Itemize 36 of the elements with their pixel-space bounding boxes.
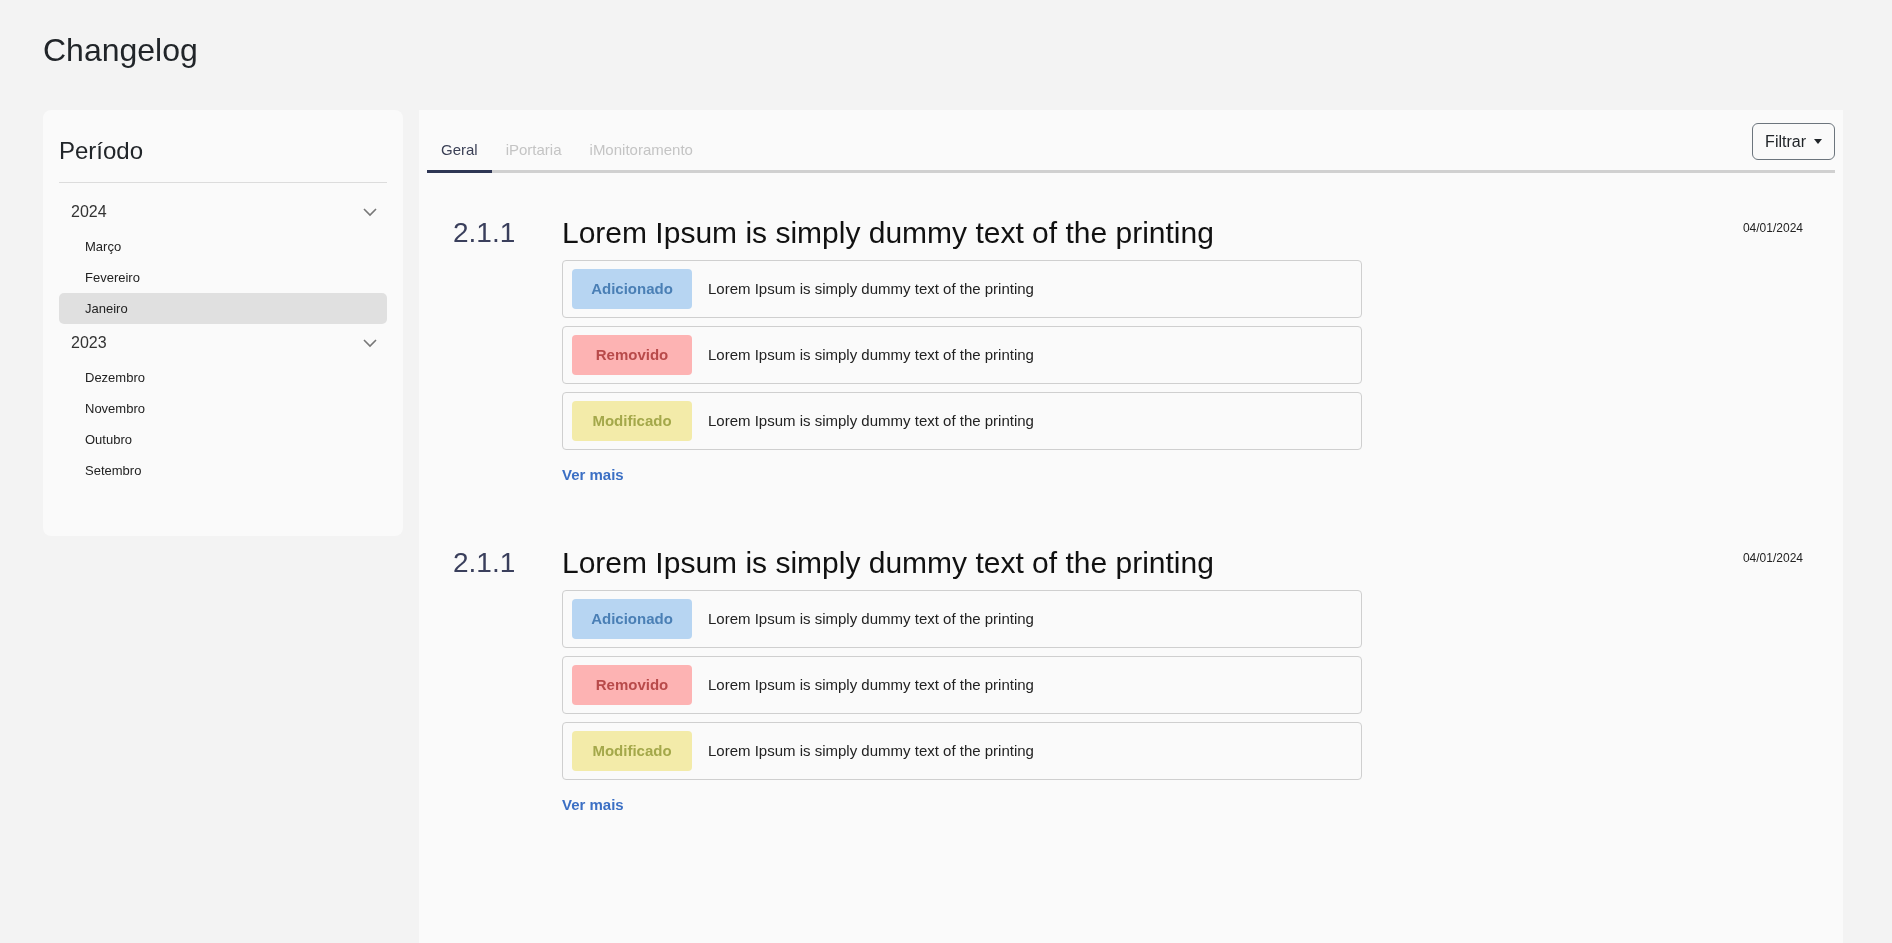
change-text: Lorem Ipsum is simply dummy text of the printing: [708, 608, 1034, 629]
month-item[interactable]: Fevereiro: [59, 262, 387, 293]
change-badge: Modificado: [572, 401, 692, 441]
year-toggle[interactable]: 2024: [59, 193, 387, 231]
month-item[interactable]: Setembro: [59, 455, 387, 486]
change-badge: Modificado: [572, 731, 692, 771]
change-badge: Adicionado: [572, 599, 692, 639]
change-text: Lorem Ipsum is simply dummy text of the printing: [708, 344, 1034, 365]
year-toggle[interactable]: 2023: [59, 324, 387, 362]
month-item[interactable]: Março: [59, 231, 387, 262]
change-badge: Adicionado: [572, 269, 692, 309]
version-number: 2.1.1: [453, 547, 516, 578]
release-title: Lorem Ipsum is simply dummy text of the printing: [562, 545, 1214, 581]
version-number: 2.1.1: [453, 217, 516, 248]
release-date: 04/01/2024: [1742, 550, 1804, 567]
chevron-icon: [363, 338, 377, 348]
change-text: Lorem Ipsum is simply dummy text of the printing: [708, 410, 1034, 431]
month-item[interactable]: Janeiro: [59, 293, 387, 324]
change-badge: Removido: [572, 335, 692, 375]
month-item[interactable]: Novembro: [59, 393, 387, 424]
caret-icon: [1814, 139, 1822, 144]
month-item[interactable]: Outubro: [59, 424, 387, 455]
tab[interactable]: Geral: [427, 130, 492, 173]
sidebar-title: Período: [59, 136, 144, 166]
more-link[interactable]: Ver mais: [562, 464, 624, 487]
page-title: Changelog: [43, 31, 198, 70]
release-date: 04/01/2024: [1742, 220, 1804, 237]
more-link[interactable]: Ver mais: [562, 794, 624, 817]
change-text: Lorem Ipsum is simply dummy text of the printing: [708, 674, 1034, 695]
chevron-icon: [363, 207, 377, 217]
filter-button[interactable]: Filtrar: [1752, 123, 1835, 160]
month-item[interactable]: Dezembro: [59, 362, 387, 393]
change-badge: Removido: [572, 665, 692, 705]
change-text: Lorem Ipsum is simply dummy text of the printing: [708, 740, 1034, 761]
change-text: Lorem Ipsum is simply dummy text of the printing: [708, 278, 1034, 299]
release-title: Lorem Ipsum is simply dummy text of the printing: [562, 215, 1214, 251]
